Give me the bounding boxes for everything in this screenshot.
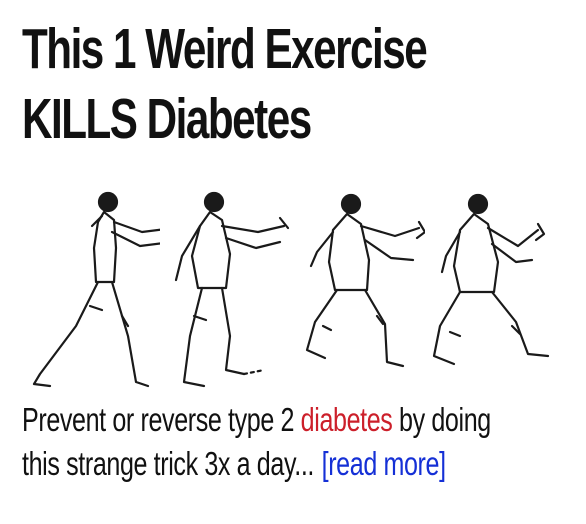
headline-line-1[interactable]: This 1 Weird Exercise bbox=[22, 14, 428, 84]
headline[interactable]: This 1 Weird Exercise KILLS Diabetes bbox=[22, 14, 428, 154]
teaser-line-2-text: this strange trick 3x a day... bbox=[22, 445, 315, 482]
ad-card[interactable]: This 1 Weird Exercise KILLS Diabetes Pre… bbox=[0, 0, 586, 524]
keyword-diabetes: diabetes bbox=[300, 401, 393, 438]
teaser-line-2: this strange trick 3x a day... [read more… bbox=[22, 442, 491, 486]
tai-chi-figure-4-icon bbox=[420, 186, 550, 394]
teaser-text[interactable]: Prevent or reverse type 2 diabetes by do… bbox=[22, 398, 491, 486]
tai-chi-figure-2-icon bbox=[160, 186, 290, 394]
teaser-suffix: by doing bbox=[392, 401, 491, 438]
teaser-line-1: Prevent or reverse type 2 diabetes by do… bbox=[22, 398, 491, 442]
headline-line-2[interactable]: KILLS Diabetes bbox=[22, 84, 426, 154]
tai-chi-illustration[interactable] bbox=[30, 186, 550, 394]
teaser-prefix: Prevent or reverse type 2 bbox=[22, 401, 301, 438]
read-more-link[interactable]: [read more] bbox=[322, 445, 446, 482]
tai-chi-figure-3-icon bbox=[295, 186, 425, 394]
tai-chi-figure-1-icon bbox=[30, 186, 160, 394]
